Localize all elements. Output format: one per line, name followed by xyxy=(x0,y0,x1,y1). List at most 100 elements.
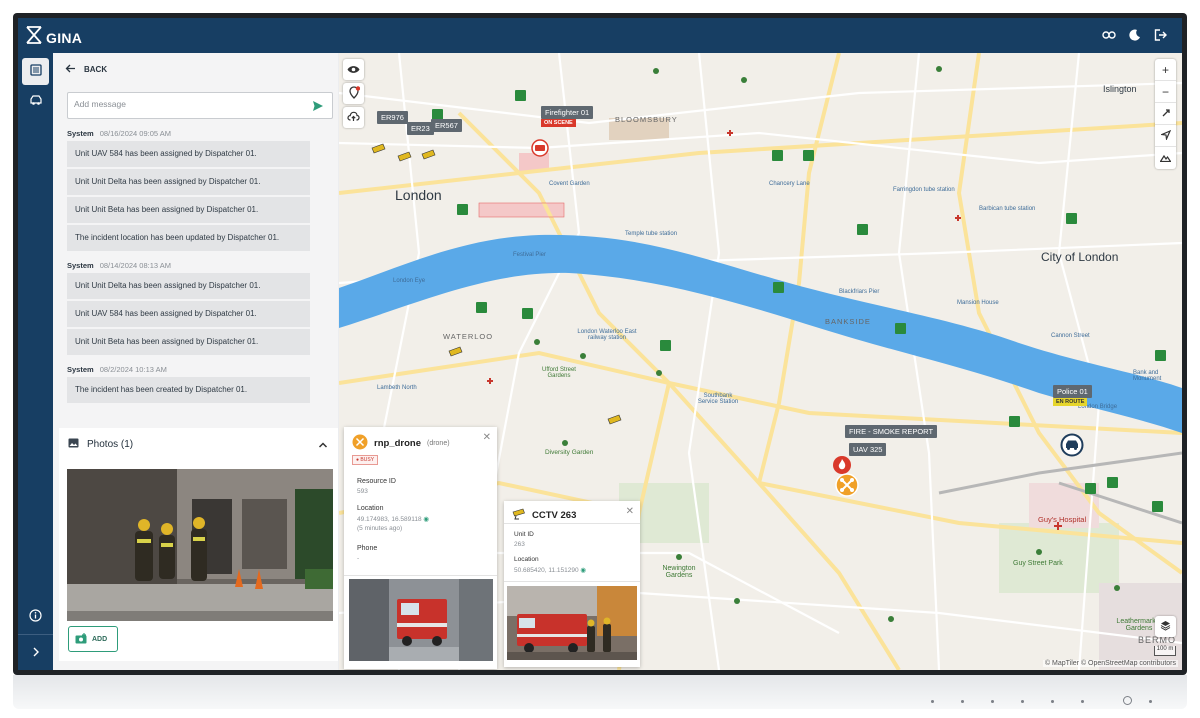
drone-icon xyxy=(352,434,368,453)
map-scale: 100 m xyxy=(1154,646,1176,656)
logout-icon[interactable] xyxy=(1153,27,1168,42)
upload-layer-button[interactable] xyxy=(343,107,364,128)
feed-group-header: System 08/14/2024 08:13 AM xyxy=(67,259,327,273)
back-button[interactable]: BACK xyxy=(65,64,107,75)
incident-activity-panel: BACK System 08/16/2024 09:05 AM Unit UAV … xyxy=(53,53,338,670)
expand-rail-button[interactable] xyxy=(22,639,49,666)
info-icon xyxy=(29,608,42,627)
chevron-right-icon xyxy=(32,644,40,662)
message-input[interactable] xyxy=(74,99,294,109)
drone-marker-icon[interactable] xyxy=(835,473,859,502)
image-icon xyxy=(68,438,79,451)
feed-group: System 08/14/2024 08:13 AM Unit Unit Delt… xyxy=(67,259,327,355)
drone-location-label: Location xyxy=(357,505,384,512)
rail-divider xyxy=(18,634,53,635)
send-icon[interactable] xyxy=(312,99,324,117)
zoom-in-button[interactable]: + xyxy=(1155,59,1176,81)
feed-entry: Unit Unit Beta has been assigned by Disp… xyxy=(67,197,310,223)
terrain-icon xyxy=(1159,151,1172,165)
zoom-out-icon: − xyxy=(1161,84,1169,99)
unit-tag-er567[interactable]: ER567 xyxy=(431,119,462,132)
feed-group-header: System 08/16/2024 09:05 AM xyxy=(67,127,327,141)
close-icon[interactable]: ✕ xyxy=(626,506,634,517)
chevron-up-icon[interactable] xyxy=(318,436,328,454)
locate-icon[interactable]: ◉ xyxy=(580,567,586,574)
rotate-icon xyxy=(1161,107,1171,121)
feed-timestamp: 08/2/2024 10:13 AM xyxy=(99,365,167,374)
top-bar-actions xyxy=(1101,27,1168,42)
drone-popup: rnp_drone (drone) ✕ ● BUSY Resource ID 5… xyxy=(344,427,497,669)
incident-map[interactable]: London City of London Islington WATERLOO… xyxy=(339,53,1182,670)
zoom-out-button[interactable]: − xyxy=(1155,81,1176,103)
cctv-camera-feed[interactable] xyxy=(507,586,637,660)
vehicle-icon xyxy=(29,93,43,111)
visibility-toggle-button[interactable] xyxy=(343,59,364,80)
incident-photo[interactable] xyxy=(67,469,333,621)
police-car-marker-icon[interactable] xyxy=(1060,433,1084,462)
incident-tag[interactable]: FIRE - SMOKE REPORT xyxy=(845,425,938,438)
app-logo[interactable]: GINA xyxy=(26,26,82,49)
firefighter-tag[interactable]: Firefighter 01 xyxy=(541,106,594,119)
moon-icon[interactable] xyxy=(1127,27,1142,42)
feed-entry: Unit Unit Delta has been assigned by Dis… xyxy=(67,273,310,299)
terrain-button[interactable] xyxy=(1155,147,1176,169)
chin-button xyxy=(931,700,934,703)
rotate-button[interactable] xyxy=(1155,103,1176,125)
location-filter-button[interactable] xyxy=(343,83,364,104)
close-icon[interactable]: ✕ xyxy=(483,432,491,443)
add-photo-label: ADD xyxy=(92,635,108,643)
chin-button xyxy=(1021,700,1024,703)
message-box xyxy=(67,92,333,119)
add-photo-button[interactable]: ADD xyxy=(68,626,118,652)
drone-popup-title: rnp_drone xyxy=(374,438,421,449)
fire-truck-marker-icon[interactable] xyxy=(531,139,549,162)
resource-id-value: 593 xyxy=(357,488,368,495)
feed-group: System 08/2/2024 10:13 AM The incident ha… xyxy=(67,363,327,403)
police-tag[interactable]: Police 01 xyxy=(1053,385,1092,398)
drone-location-value: 49.174983, 16.589118 ◉ xyxy=(357,515,429,523)
monitor-stand-chin xyxy=(13,675,1187,709)
unit-id-label: Unit ID xyxy=(514,531,534,538)
unit-tag-er23[interactable]: ER23 xyxy=(407,122,434,135)
zoom-in-icon: + xyxy=(1161,62,1169,77)
feed-entry: Unit Unit Delta has been assigned by Dis… xyxy=(67,169,310,195)
uav-tag[interactable]: UAV 325 xyxy=(849,443,887,456)
app-screen: GINA BACK Add message System 08/16/2024 … xyxy=(18,18,1182,670)
photos-section: Photos (1) ADD xyxy=(59,428,338,661)
chin-button xyxy=(1149,700,1152,703)
app-name: GINA xyxy=(46,29,83,46)
units-button[interactable] xyxy=(22,88,49,115)
drone-status-text: BUSY xyxy=(360,457,375,463)
top-bar: GINA xyxy=(18,18,1182,53)
unit-id-value: 263 xyxy=(514,541,525,548)
location-pin-icon xyxy=(348,85,360,102)
phone-label: Phone xyxy=(357,545,378,552)
back-label: BACK xyxy=(84,65,108,74)
drone-location-age: (5 minutes ago) xyxy=(357,525,403,532)
activity-feed: System 08/16/2024 09:05 AM Unit UAV 584 h… xyxy=(67,127,327,411)
cctv-location-label: Location xyxy=(514,556,539,563)
chin-button xyxy=(991,700,994,703)
chin-button xyxy=(961,700,964,703)
locate-icon[interactable]: ◉ xyxy=(423,516,429,523)
map-attribution[interactable]: © MapTiler © OpenStreetMap contributors xyxy=(1042,660,1178,667)
cctv-popup: CCTV 263 ✕ Unit ID 263 Location 50.68542… xyxy=(504,501,640,667)
power-icon xyxy=(1123,696,1132,705)
activity-log-button[interactable] xyxy=(22,58,49,85)
navigate-button[interactable] xyxy=(1155,125,1176,147)
drone-camera-feed[interactable] xyxy=(349,579,493,661)
unit-tag-er976[interactable]: ER976 xyxy=(377,111,408,124)
firefighter-status-badge: ON SCENE xyxy=(541,119,576,127)
link-icon[interactable] xyxy=(1101,27,1116,42)
info-button[interactable] xyxy=(22,604,49,631)
drone-popup-header: rnp_drone (drone) xyxy=(352,434,450,453)
feed-entry: Unit UAV 584 has been assigned by Dispat… xyxy=(67,141,310,167)
layers-button[interactable] xyxy=(1155,616,1176,637)
feed-author: System xyxy=(67,129,94,138)
cctv-popup-header: CCTV 263 xyxy=(512,508,576,523)
feed-entry: Unit Unit Beta has been assigned by Disp… xyxy=(67,329,310,355)
photos-header[interactable]: Photos (1) xyxy=(68,438,133,451)
eye-icon xyxy=(347,62,360,77)
police-status-badge: EN ROUTE xyxy=(1053,398,1088,406)
zoom-controls: + − xyxy=(1155,59,1176,169)
